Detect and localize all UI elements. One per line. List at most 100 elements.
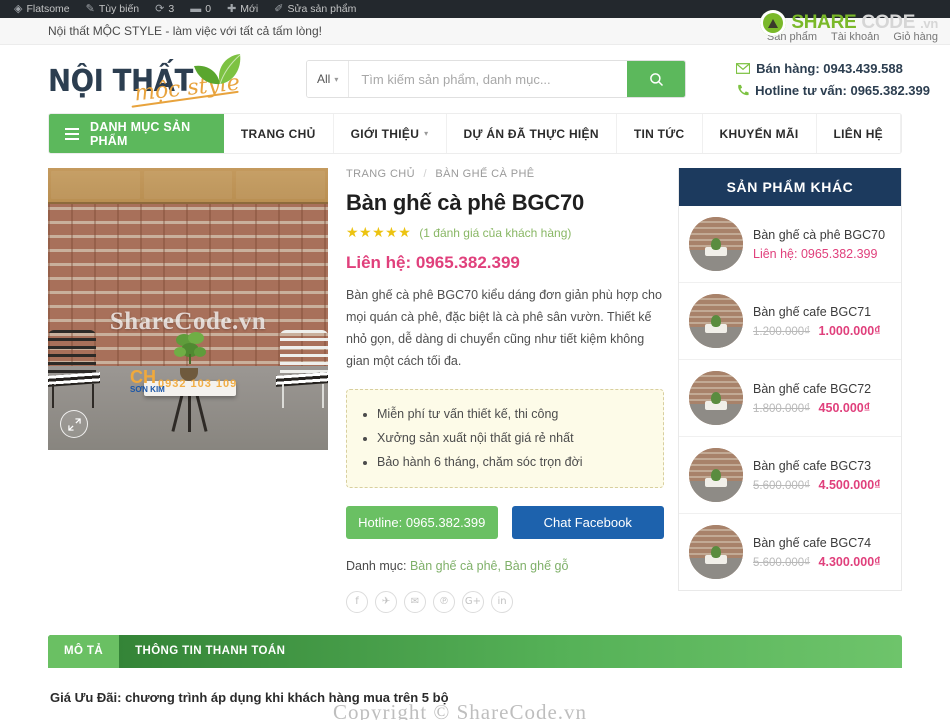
- googleplus-icon[interactable]: G+: [462, 590, 484, 613]
- adminbar-item-new[interactable]: ✚ Mới: [219, 0, 266, 18]
- sidebar-old-price: 1.800.000₫: [753, 402, 811, 415]
- product-gallery[interactable]: CH SƠN KIM 0932 103 109 ShareCode.vn: [48, 168, 328, 450]
- nav-item-label: DỰ ÁN ĐÃ THỰC HIỆN: [463, 126, 599, 141]
- refresh-icon: ⟳: [155, 2, 165, 15]
- image-phone-overlay: 0932 103 109: [158, 378, 238, 390]
- list-item[interactable]: Bàn ghế cafe BGC71 1.200.000₫ 1.000.000₫: [679, 283, 901, 360]
- product-thumbnail[interactable]: [689, 448, 743, 502]
- topnav-item-cart[interactable]: Giỏ hàng: [893, 31, 938, 43]
- sidebar-other-products: SẢN PHẨM KHÁC Bàn ghế cà phê BGC70 Liên …: [678, 168, 902, 591]
- top-nav[interactable]: Sản phẩm Tài khoản Giỏ hàng: [767, 31, 938, 43]
- nav-item-label: LIÊN HỆ: [833, 126, 883, 141]
- social-share-row[interactable]: f ✈ ✉ ℗ G+ in: [346, 590, 664, 613]
- adminbar-updates-count: 3: [168, 3, 175, 15]
- list-item[interactable]: Bàn ghế cà phê BGC70 Liên hệ: 0965.382.3…: [679, 206, 901, 283]
- list-item[interactable]: Bàn ghế cafe BGC72 1.800.000₫ 450.000₫: [679, 360, 901, 437]
- product-rating[interactable]: ★★★★★ (1 đánh giá của khách hàng): [346, 224, 664, 241]
- list-item[interactable]: Bàn ghế cafe BGC74 5.600.000₫ 4.300.000₫: [679, 514, 901, 590]
- breadcrumb-item-category[interactable]: BÀN GHẾ CÀ PHÊ: [435, 168, 534, 180]
- sidebar-product-name[interactable]: Bàn ghế cafe BGC72: [753, 382, 871, 396]
- main-nav[interactable]: DANH MỤC SẢN PHẨM TRANG CHỦ GIỚI THIỆU ▾…: [48, 113, 902, 154]
- nav-item-label: TRANG CHỦ: [240, 126, 316, 141]
- expand-icon: [67, 417, 81, 431]
- facebook-icon[interactable]: f: [346, 590, 368, 613]
- product-short-description: Bàn ghế cà phê BGC70 kiểu dáng đơn giản …: [346, 288, 662, 368]
- adminbar-label: Flatsome: [26, 3, 70, 15]
- sidebar-product-price: 1.800.000₫ 450.000₫: [753, 401, 871, 415]
- product-thumbnail[interactable]: [689, 217, 743, 271]
- nav-item-projects[interactable]: DỰ ÁN ĐÃ THỰC HIỆN: [447, 114, 617, 153]
- topnav-item-products[interactable]: Sản phẩm: [767, 31, 817, 43]
- pencil-icon: ✐: [274, 2, 284, 15]
- product-content: CH SƠN KIM 0932 103 109 ShareCode.vn TRA…: [0, 154, 950, 613]
- pinterest-icon[interactable]: ℗: [433, 590, 455, 613]
- hotline-button[interactable]: Hotline: 0965.382.399: [346, 505, 498, 539]
- chevron-down-icon: ▾: [424, 129, 429, 138]
- product-price: Liên hệ: 0965.382.399: [346, 253, 520, 272]
- sidebar-product-name[interactable]: Bàn ghế cà phê BGC70: [753, 228, 885, 242]
- product-tabs-section: MÔ TẢ THÔNG TIN THANH TOÁN Giá Ưu Đãi: c…: [0, 613, 950, 720]
- tab-heading: Giá Ưu Đãi: chương trình áp dụng khi khá…: [50, 689, 449, 705]
- main-nav-wrapper: DANH MỤC SẢN PHẨM TRANG CHỦ GIỚI THIỆU ▾…: [0, 113, 950, 154]
- adminbar-item-edit-product[interactable]: ✐ Sửa sản phẩm: [266, 0, 364, 18]
- rating-count-link[interactable]: (1 đánh giá của khách hàng): [419, 226, 571, 240]
- topnav-item-account[interactable]: Tài khoản: [831, 31, 879, 43]
- nav-item-promotions[interactable]: KHUYẾN MÃI: [703, 114, 817, 153]
- product-thumbnail[interactable]: [689, 371, 743, 425]
- contact-sales[interactable]: Bán hàng: 0943.439.588: [736, 61, 903, 76]
- sidebar-product-price: 5.600.000₫ 4.500.000₫: [753, 478, 881, 492]
- site-header: NỘI THẤT mộc style All ▾ Bán hàng: 0943: [0, 45, 950, 113]
- promo-box: Miễn phí tư vấn thiết kế, thi công Xưởng…: [346, 388, 664, 488]
- adminbar-label: Sửa sản phẩm: [287, 3, 357, 15]
- sidebar-new-price: 450.000₫: [818, 400, 871, 415]
- mail-icon: [736, 62, 751, 74]
- categories-links[interactable]: Bàn ghế cà phê, Bàn ghế gỗ: [410, 559, 568, 573]
- adminbar-comments-count: 0: [205, 3, 212, 15]
- product-tabs[interactable]: MÔ TẢ THÔNG TIN THANH TOÁN: [48, 634, 902, 668]
- sidebar-new-price: 4.300.000₫: [818, 554, 881, 569]
- search-button[interactable]: [627, 61, 685, 97]
- product-thumbnail[interactable]: [689, 525, 743, 579]
- list-item[interactable]: Bàn ghế cafe BGC73 5.600.000₫ 4.500.000₫: [679, 437, 901, 514]
- nav-categories-button[interactable]: DANH MỤC SẢN PHẨM: [49, 114, 224, 153]
- tab-description[interactable]: MÔ TẢ: [48, 634, 120, 668]
- rating-stars: ★★★★★: [346, 224, 412, 240]
- email-icon[interactable]: ✉: [404, 590, 426, 613]
- chevron-down-icon: ▾: [334, 74, 339, 84]
- adminbar-item-comments[interactable]: ▬ 0: [182, 0, 219, 18]
- sidebar-old-price: 5.600.000₫: [753, 479, 811, 492]
- search-input[interactable]: [349, 61, 627, 97]
- breadcrumb-item-home[interactable]: TRANG CHỦ: [346, 168, 415, 180]
- tab-panel-description: Giá Ưu Đãi: chương trình áp dụng khi khá…: [48, 668, 902, 720]
- linkedin-icon[interactable]: in: [491, 590, 513, 613]
- nav-item-news[interactable]: TIN TỨC: [617, 114, 703, 153]
- promo-item: Bảo hành 6 tháng, chăm sóc trọn đời: [377, 450, 647, 474]
- breadcrumb[interactable]: TRANG CHỦ / BÀN GHẾ CÀ PHÊ: [346, 168, 664, 180]
- tab-payment-info[interactable]: THÔNG TIN THANH TOÁN: [119, 635, 301, 668]
- plant-icon: [174, 332, 206, 364]
- adminbar-item-customize[interactable]: ✎ Tùy biến: [78, 0, 148, 18]
- nav-item-home[interactable]: TRANG CHỦ: [224, 114, 334, 153]
- product-thumbnail[interactable]: [689, 294, 743, 348]
- sidebar-product-name[interactable]: Bàn ghế cafe BGC74: [753, 536, 881, 550]
- sidebar-new-price: 1.000.000₫: [818, 323, 881, 338]
- tagline-bar: Nội thất MỘC STYLE - làm việc với tất cả…: [0, 18, 950, 45]
- adminbar-item-flatsome[interactable]: ◈ Flatsome: [6, 0, 78, 18]
- search-category-select[interactable]: All ▾: [307, 61, 350, 97]
- action-buttons: Hotline: 0965.382.399 Chat Facebook: [346, 505, 664, 539]
- sidebar-product-name[interactable]: Bàn ghế cafe BGC73: [753, 459, 881, 473]
- contact-hotline[interactable]: Hotline tư vấn: 0965.382.399: [736, 83, 930, 98]
- sidebar-product-name[interactable]: Bàn ghế cafe BGC71: [753, 305, 881, 319]
- expand-image-button[interactable]: [60, 410, 88, 438]
- wp-admin-bar[interactable]: ◈ Flatsome ✎ Tùy biến ⟳ 3 ▬ 0 ✚ Mới ✐ Sử…: [0, 0, 950, 18]
- contact-hotline-text: Hotline tư vấn: 0965.382.399: [755, 82, 930, 98]
- plus-icon: ✚: [227, 2, 237, 15]
- site-logo[interactable]: NỘI THẤT mộc style: [48, 50, 298, 108]
- twitter-icon[interactable]: ✈: [375, 590, 397, 613]
- nav-item-contact[interactable]: LIÊN HỆ: [817, 114, 901, 153]
- chat-facebook-button[interactable]: Chat Facebook: [511, 505, 664, 539]
- nav-item-about[interactable]: GIỚI THIỆU ▾: [334, 114, 447, 153]
- adminbar-item-updates[interactable]: ⟳ 3: [147, 0, 182, 18]
- search-bar[interactable]: All ▾: [306, 60, 686, 98]
- nav-item-label: GIỚI THIỆU: [350, 126, 420, 141]
